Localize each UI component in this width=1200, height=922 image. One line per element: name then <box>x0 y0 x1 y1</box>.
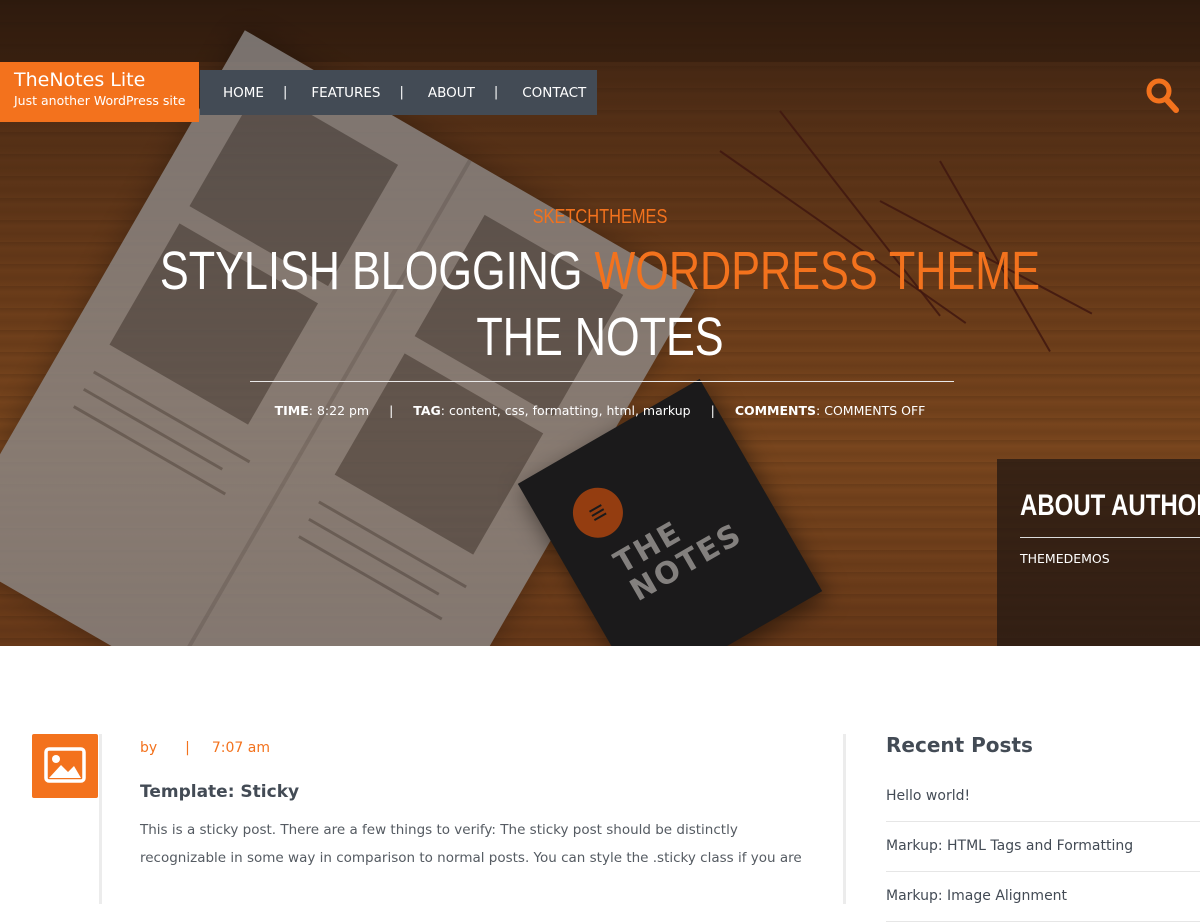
nav-item-features[interactable]: FEATURES <box>311 85 380 101</box>
hero-title-accent: WORDPRESS THEME <box>594 241 1041 301</box>
nav-item-about[interactable]: ABOUT <box>428 85 475 101</box>
meta-separator: | <box>710 403 715 418</box>
meta-separator: | <box>389 403 394 418</box>
post-format-badge <box>32 734 98 798</box>
hero-kicker[interactable]: SKETCHTHEMES <box>108 206 1092 229</box>
meta-time-value: : 8:22 pm <box>308 403 370 418</box>
post-column-divider <box>99 734 102 904</box>
recent-post-item[interactable]: Markup: Image Alignment <box>886 872 1200 922</box>
nav-item-contact[interactable]: CONTACT <box>522 85 586 101</box>
nav-separator: | <box>493 85 499 100</box>
site-title[interactable]: TheNotes Lite <box>14 68 199 92</box>
hero-divider <box>250 381 954 382</box>
sidebar-divider <box>843 734 846 904</box>
meta-time-label: TIME <box>274 403 309 418</box>
meta-tag-value[interactable]: : content, css, formatting, html, markup <box>441 403 691 418</box>
post-meta: by | 7:07 am <box>140 740 270 756</box>
image-icon <box>44 747 86 783</box>
meta-tag-label: TAG <box>413 403 441 418</box>
recent-post-item[interactable]: Markup: HTML Tags and Formatting <box>886 822 1200 872</box>
author-name[interactable]: THEMEDEMOS <box>1020 551 1110 566</box>
site-tagline: Just another WordPress site <box>14 93 186 108</box>
meta-comments-label: COMMENTS <box>734 403 817 418</box>
post-author-label[interactable]: by <box>140 740 157 756</box>
main-navigation: HOME | FEATURES | ABOUT | CONTACT <box>200 70 597 115</box>
about-author-panel: ABOUT AUTHOR THEMEDEMOS <box>997 459 1200 646</box>
hero-title-white: STYLISH BLOGGING <box>159 241 583 301</box>
recent-post-item[interactable]: Hello world! <box>886 772 1200 822</box>
post-excerpt: This is a sticky post. There are a few t… <box>140 822 802 866</box>
site-branding[interactable]: TheNotes Lite Just another WordPress sit… <box>0 62 199 122</box>
post-title[interactable]: Template: Sticky <box>140 782 299 802</box>
hero-title-line2: THE NOTES <box>476 307 724 367</box>
post-meta-separator: | <box>185 740 190 756</box>
nav-item-home[interactable]: HOME <box>223 85 264 101</box>
hero-post-meta: TIME: 8:22 pm | TAG: content, css, forma… <box>0 403 1200 418</box>
about-author-divider <box>1020 537 1200 538</box>
search-icon[interactable] <box>1145 77 1179 113</box>
about-author-heading: ABOUT AUTHOR <box>1020 489 1200 522</box>
nav-separator: | <box>282 85 288 100</box>
recent-posts-heading: Recent Posts <box>886 733 1033 757</box>
meta-comments-value: : COMMENTS OFF <box>816 403 926 418</box>
nav-separator: | <box>399 85 404 100</box>
hero-title[interactable]: STYLISH BLOGGING WORDPRESS THEME THE NOT… <box>120 238 1080 370</box>
post-time: 7:07 am <box>211 740 270 756</box>
